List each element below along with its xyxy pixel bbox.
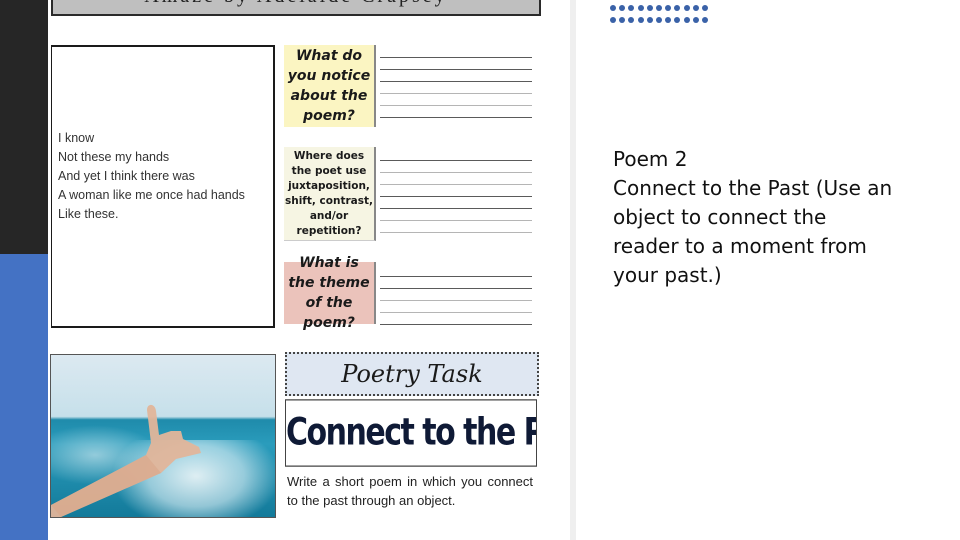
poem-line: I know [58,131,95,145]
dark-side-bar [0,0,48,254]
slide-line: Connect to the Past (Use an [613,176,893,200]
question-text: What do you notice about the poem? [287,48,371,124]
blue-side-bar [0,254,48,540]
decorative-dots-row [610,5,708,13]
slide-line: reader to a moment from [613,234,867,258]
worksheet-title-banner: Amaze by Adelaide Crapsey [51,0,541,16]
slide-line: your past.) [613,263,722,287]
worksheet-image: Amaze by Adelaide Crapsey I know Not the… [48,0,570,540]
answer-lines [380,276,532,336]
slide-line: object to connect the [613,205,827,229]
question-text: What is the theme of the poem? [288,255,370,331]
document-edge [570,0,576,540]
poetry-task-banner: Poetry Task [285,352,539,396]
answer-lines [380,160,532,244]
hand-shaka-icon [51,404,201,517]
poem-line: A woman like me once had hands [58,188,245,202]
poem-line: Like these. [58,207,119,221]
answer-lines [380,57,532,129]
poem-line: And yet I think there was [58,169,195,183]
poem-box: I know Not these my hands And yet I thin… [51,45,275,328]
question-notice: What do you notice about the poem? [284,45,376,127]
ocean-hand-photo [50,354,276,518]
question-theme: What is the theme of the poem? [284,255,376,331]
task-description: Write a short poem in which you connect … [287,474,533,508]
question-text: Where does the poet use juxtaposition, s… [284,149,373,237]
poem-line: Not these my hands [58,150,170,164]
poem-text: I know Not these my hands And yet I thin… [58,129,245,224]
decorative-dots-row [610,17,708,25]
question-techniques: Where does the poet use juxtaposition, s… [284,147,376,241]
slide-body-text: Poem 2 Connect to the Past (Use an objec… [613,145,943,290]
slide-heading: Poem 2 [613,147,688,171]
task-title: Connect to the Past [285,399,537,467]
